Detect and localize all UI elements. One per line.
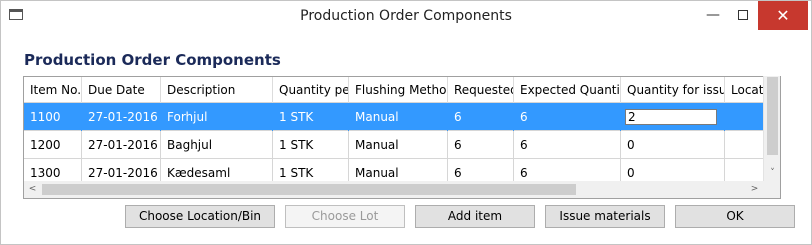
table-row[interactable]: 1200 27-01-2016 Baghjul 1 STK Manual 6 6… [24, 131, 780, 159]
cell-requested: 6 [448, 103, 514, 131]
scroll-right-arrow-icon[interactable]: > [746, 181, 763, 198]
cell-expected-quantity: 6 [514, 131, 621, 159]
title-bar[interactable]: Production Order Components — ✕ [1, 1, 811, 31]
column-header-flushing-method[interactable]: Flushing Method [349, 77, 448, 103]
column-header-due-date[interactable]: Due Date [82, 77, 161, 103]
window-title: Production Order Components [300, 8, 512, 24]
cell-flushing-method: Manual [349, 103, 448, 131]
cell-quantity-per: 1 STK [273, 131, 349, 159]
minimize-button[interactable]: — [698, 1, 728, 30]
cell-description: Baghjul [161, 131, 273, 159]
choose-lot-button[interactable]: Choose Lot [285, 205, 405, 228]
column-header-description[interactable]: Description [161, 77, 273, 103]
cell-requested: 6 [448, 131, 514, 159]
grid-header: Item No. Due Date Description Quantity p… [24, 77, 780, 103]
choose-location-bin-button[interactable]: Choose Location/Bin [125, 205, 275, 228]
quantity-for-issue-input[interactable]: 2 [625, 109, 717, 125]
horizontal-scroll-thumb[interactable] [42, 184, 576, 195]
cell-quantity-for-issue[interactable]: 0 [621, 131, 725, 159]
column-header-requested[interactable]: Requested [448, 77, 514, 103]
vertical-scroll-thumb[interactable] [767, 77, 778, 155]
scrollbar-corner [764, 182, 780, 198]
cell-due-date: 27-01-2016 [82, 131, 161, 159]
maximize-icon [738, 10, 748, 20]
ok-button[interactable]: OK [675, 205, 795, 228]
cell-due-date: 27-01-2016 [82, 103, 161, 131]
vertical-scrollbar[interactable]: ˅ [763, 76, 780, 182]
dialog-window: Production Order Components — ✕ Producti… [0, 0, 812, 245]
column-header-quantity-for-issue[interactable]: Quantity for issue [621, 77, 725, 103]
panel-title: Production Order Components [24, 51, 281, 69]
maximize-button[interactable] [728, 1, 758, 30]
cell-description: Forhjul [161, 103, 273, 131]
column-header-quantity-per[interactable]: Quantity per [273, 77, 349, 103]
close-button[interactable]: ✕ [758, 1, 808, 30]
cell-item-no: 1200 [24, 131, 82, 159]
cell-expected-quantity: 6 [514, 103, 621, 131]
cell-quantity-for-issue[interactable]: 2 [621, 103, 725, 131]
issue-materials-button[interactable]: Issue materials [545, 205, 665, 228]
scroll-down-arrow-icon[interactable]: ˅ [764, 165, 781, 182]
scroll-left-arrow-icon[interactable]: < [24, 181, 41, 198]
cell-item-no: 1100 [24, 103, 82, 131]
cell-quantity-per: 1 STK [273, 103, 349, 131]
table-row[interactable]: 1100 27-01-2016 Forhjul 1 STK Manual 6 6… [24, 103, 780, 131]
horizontal-scrollbar[interactable]: < > [24, 181, 764, 198]
add-item-button[interactable]: Add item [415, 205, 535, 228]
cell-flushing-method: Manual [349, 131, 448, 159]
column-header-item-no[interactable]: Item No. [24, 77, 82, 103]
column-header-expected-quantity[interactable]: Expected Quantity [514, 77, 621, 103]
